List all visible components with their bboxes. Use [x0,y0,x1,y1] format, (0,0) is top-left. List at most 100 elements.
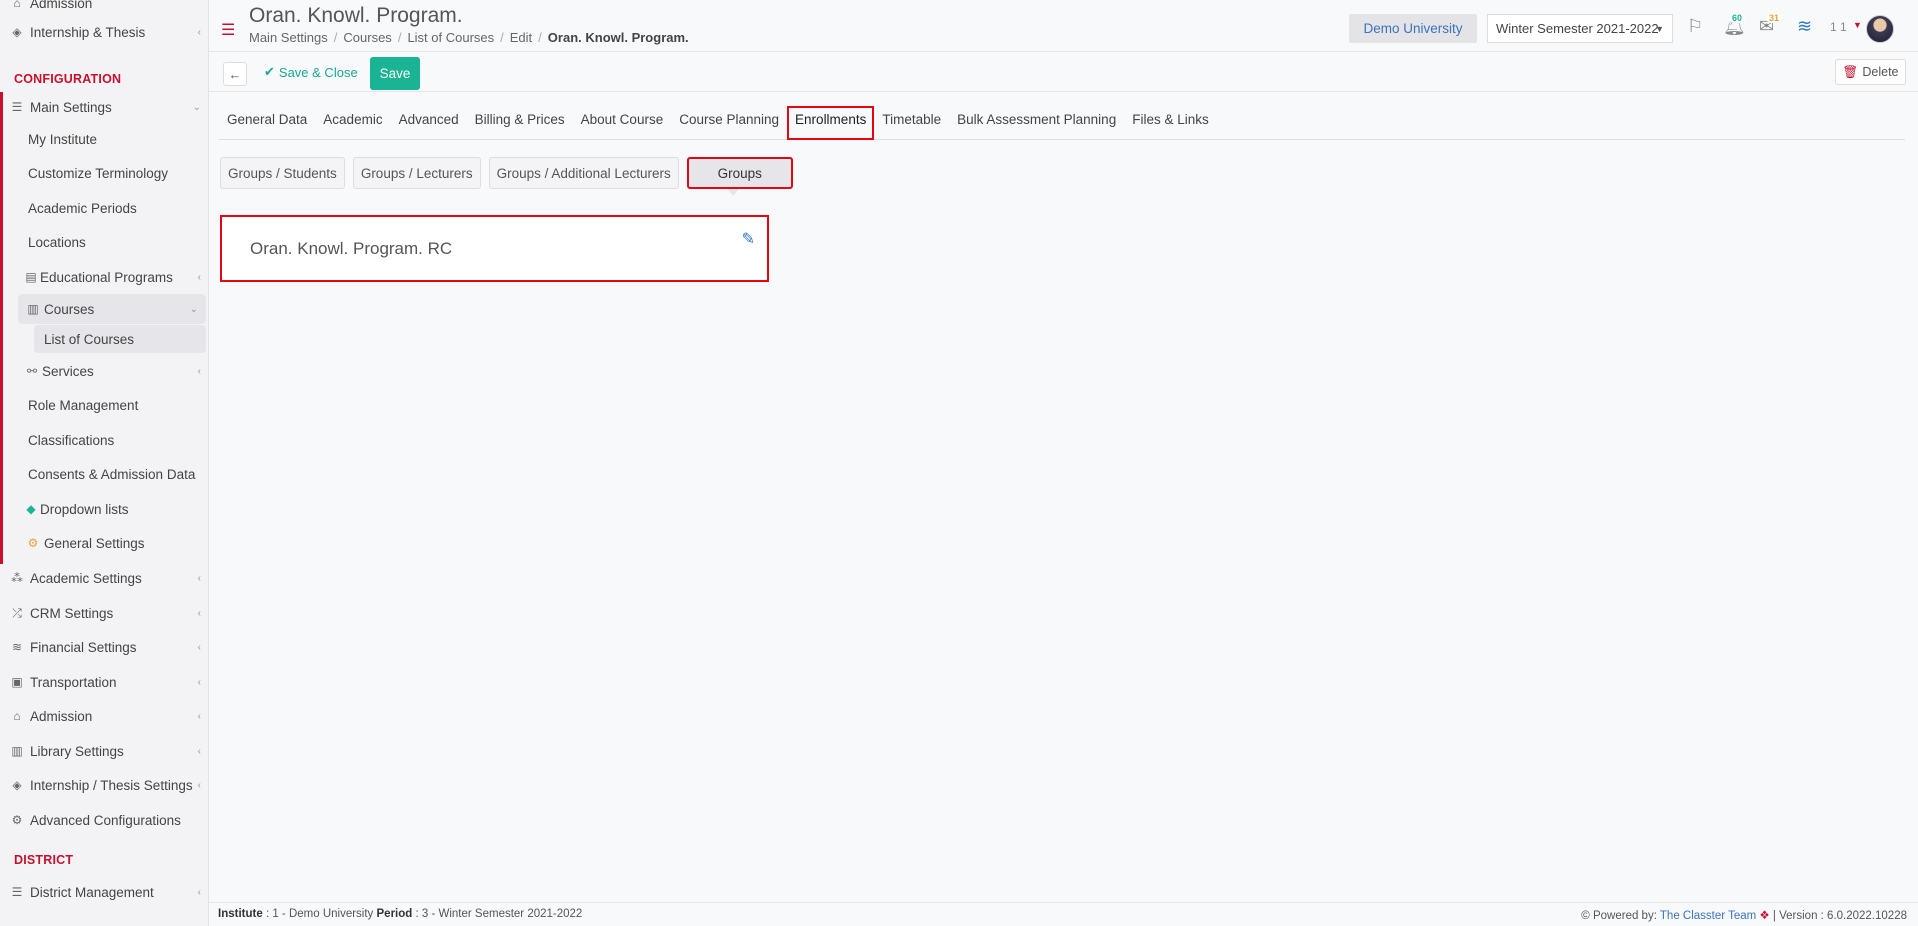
breadcrumb-separator: / [333,30,338,45]
subtab-groups[interactable]: Groups [686,157,793,189]
breadcrumb: Main Settings / Courses / List of Courses /… [249,30,689,45]
sidebar-item-library-settings[interactable]: ▥ Library Settings ‹ [0,736,208,766]
semester-select[interactable]: Winter Semester 2021-2022 ▼ [1487,14,1673,43]
save-close-button[interactable]: ✔ Save & Close [264,64,358,80]
subtab-pointer [727,189,739,196]
sidebar-item-district-management[interactable]: ☰ District Management ‹ [0,877,208,907]
tab-billing-prices[interactable]: Billing & Prices [467,106,573,140]
sidebar-item-admission[interactable]: ⌂ Admission ‹ [0,701,208,731]
tab-advanced[interactable]: Advanced [391,106,467,140]
sidebar-item-label: Educational Programs [40,269,173,285]
layers-icon: ◆ [26,502,36,516]
flag-icon[interactable]: ⚐ [1687,16,1703,37]
sidebar-item-internship-thesis-settings[interactable]: ◈ Internship / Thesis Settings ‹ [0,770,208,800]
check-icon: ✔ [264,64,275,79]
save-button[interactable]: Save [370,57,420,90]
caret-down-icon[interactable]: ▼ [1853,20,1862,30]
back-button[interactable]: ← [223,62,247,86]
sidebar-item-my-institute[interactable]: My Institute [0,124,208,154]
sidebar-item-classifications[interactable]: Classifications [0,425,208,455]
team-link[interactable]: The Classter Team [1660,910,1756,922]
sidebar-item-crm-settings[interactable]: ⤮ CRM Settings ‹ [0,598,208,628]
breadcrumb-main-settings[interactable]: Main Settings [249,30,328,45]
breadcrumb-list-of-courses[interactable]: List of Courses [407,30,494,45]
section-district: DISTRICT [14,853,74,867]
sidebar-item-label: Dropdown lists [40,501,129,517]
copyright-icon: © [1581,910,1590,922]
sidebar-item-admission-top[interactable]: ⌂ Admission [0,0,208,18]
chevron-left-icon: ‹ [197,365,201,377]
university-selector[interactable]: Demo University [1349,14,1477,43]
sidebar-item-consents[interactable]: Consents & Admission Data [0,459,208,489]
list-icon: ▤ [25,270,37,284]
tab-files-links[interactable]: Files & Links [1124,106,1217,140]
sidebar-item-label: Library Settings [30,743,124,759]
sidebar-item-label: Admission [30,0,93,11]
books-icon: ▥ [11,744,23,758]
sidebar-item-label: Services [42,363,94,379]
sidebar-item-label: My Institute [28,131,98,147]
group-name: Oran. Knowl. Program. RC [250,239,453,258]
delete-button[interactable]: 🗑︎ Delete [1835,59,1906,85]
semester-value: Winter Semester 2021-2022 [1496,21,1659,36]
sidebar-item-transportation[interactable]: ▣ Transportation ‹ [0,667,208,697]
sidebar-item-label: Transportation [30,674,117,690]
list-icon: ☰ [11,885,23,899]
sidebar-item-financial-settings[interactable]: ≋ Financial Settings ‹ [0,632,208,662]
sidebar-item-advanced-configurations[interactable]: ⚙ Advanced Configurations [0,805,208,835]
cube-icon: ◈ [12,25,22,39]
subtab-groups-students[interactable]: Groups / Students [220,157,345,189]
sidebar-item-label: Customize Terminology [28,165,169,181]
tab-academic[interactable]: Academic [315,106,390,140]
sidebar-item-courses[interactable]: ▥ Courses ⌄ [18,294,206,324]
sidebar-item-role-management[interactable]: Role Management [0,390,208,420]
sidebar-item-main-settings[interactable]: ☰ Main Settings ⌄ [0,92,208,122]
sidebar-item-academic-settings[interactable]: ⁂ Academic Settings ‹ [0,563,208,593]
sidebar-item-services[interactable]: ⚯ Services ‹ [0,356,208,386]
pencil-icon[interactable]: ✎ [742,229,755,249]
sidebar-item-dropdown-lists[interactable]: ◆ Dropdown lists [0,494,208,524]
breadcrumb-edit[interactable]: Edit [510,30,532,45]
tab-course-planning[interactable]: Course Planning [671,106,787,140]
sidebar-item-educational-programs[interactable]: ▤ Educational Programs ‹ [0,262,208,292]
action-toolbar: ← ✔ Save & Close Save 🗑︎ Delete [209,52,1918,92]
breadcrumb-courses[interactable]: Courses [343,30,391,45]
hamburger-menu-icon[interactable]: ☰ [221,20,235,40]
tab-bulk-assessment-planning[interactable]: Bulk Assessment Planning [949,106,1124,140]
period-label: Period [376,908,413,920]
bus-icon: ▣ [11,675,23,689]
sidebar-item-internship-thesis[interactable]: ◈ Internship & Thesis ‹ [0,17,208,47]
chevron-left-icon: ‹ [197,745,201,757]
admission-icon: ⌂ [13,0,21,10]
enrollment-subtabs: Groups / Students Groups / Lecturers Gro… [220,157,793,189]
sidebar-item-label: Academic Settings [30,570,142,586]
sidebar: ⌂ Admission ◈ Internship & Thesis ‹ CONF… [0,0,209,926]
chevron-left-icon: ‹ [197,779,201,791]
sidebar-item-label: Internship & Thesis [30,24,146,40]
chevron-left-icon: ‹ [197,886,201,898]
sidebar-item-label: Internship / Thesis Settings [30,777,193,793]
layers-icon[interactable]: ≋ [1797,16,1812,37]
sidebar-item-list-of-courses[interactable]: List of Courses [34,325,206,353]
subtab-groups-additional-lecturers[interactable]: Groups / Additional Lecturers [488,157,679,189]
tab-about-course[interactable]: About Course [573,106,672,140]
breadcrumb-current: Oran. Knowl. Program. [547,30,689,45]
sidebar-item-label: Consents & Admission Data [28,466,196,482]
version-label: | Version : 6.0.2022.10228 [1772,910,1907,922]
institute-label: Institute [218,908,263,920]
tab-enrollments[interactable]: Enrollments [787,106,875,140]
tab-general-data[interactable]: General Data [219,106,315,140]
breadcrumb-separator: / [397,30,402,45]
page-title: Oran. Knowl. Program. [249,4,463,27]
sidebar-item-academic-periods[interactable]: Academic Periods [0,193,208,223]
footer: Institute : 1 - Demo University Period :… [209,902,1918,926]
trash-icon: 🗑︎ [1842,64,1859,79]
cogs-icon: ⚙ [11,813,23,827]
avatar[interactable] [1866,15,1894,43]
notifications-badge: 60 [1729,13,1746,23]
subtab-groups-lecturers[interactable]: Groups / Lecturers [352,157,481,189]
sidebar-item-customize-terminology[interactable]: Customize Terminology [0,158,208,188]
tab-timetable[interactable]: Timetable [874,106,949,140]
sidebar-item-general-settings[interactable]: ⚙ General Settings [0,528,208,558]
sidebar-item-locations[interactable]: Locations [0,227,208,257]
